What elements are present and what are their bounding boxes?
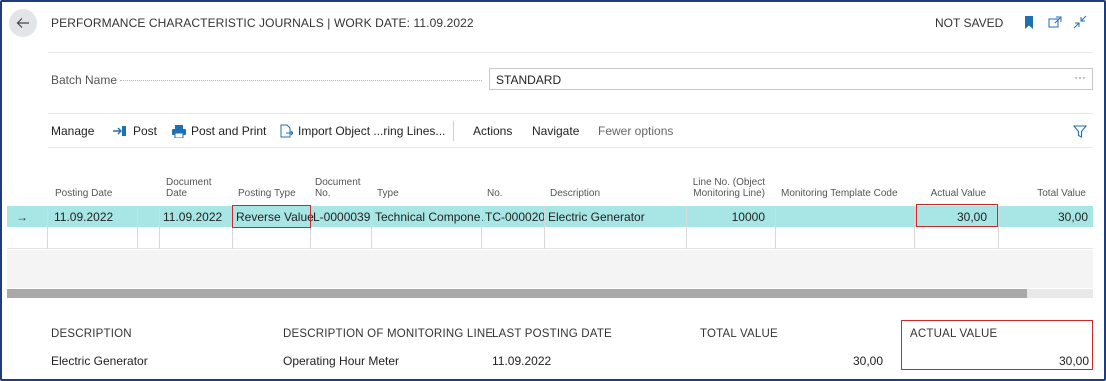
divider bbox=[48, 113, 1093, 114]
bookmark-icon[interactable] bbox=[1021, 14, 1037, 30]
post-button[interactable]: Post bbox=[113, 124, 157, 138]
cell-posting-date[interactable]: 11.09.2022 bbox=[54, 206, 113, 227]
column-header-type[interactable]: Type bbox=[377, 188, 399, 199]
batch-lookup-button[interactable]: ··· bbox=[1074, 70, 1086, 84]
column-header-posting-type[interactable]: Posting Type bbox=[238, 188, 296, 199]
toolbar-separator bbox=[453, 121, 454, 141]
factbox-description-label: DESCRIPTION bbox=[51, 328, 132, 340]
factbox-total-value-label: TOTAL VALUE bbox=[700, 328, 778, 340]
printer-icon bbox=[172, 124, 186, 138]
column-separator bbox=[544, 206, 545, 249]
factbox-last-posting-date-label: LAST POSTING DATE bbox=[492, 328, 612, 340]
cell-document-no[interactable]: L-0000039 bbox=[313, 206, 370, 227]
column-header-total-value[interactable]: Total Value bbox=[1010, 188, 1086, 199]
post-icon bbox=[113, 126, 126, 136]
factbox-last-posting-date-value: 11.09.2022 bbox=[492, 354, 552, 368]
grid-empty-area bbox=[7, 250, 1093, 288]
column-header-posting-date[interactable]: Posting Date bbox=[55, 188, 112, 199]
batch-name-value: STANDARD bbox=[496, 73, 562, 87]
page-title: PERFORMANCE CHARACTERISTIC JOURNALS | WO… bbox=[51, 16, 474, 30]
fewer-options-label: Fewer options bbox=[598, 124, 674, 138]
highlight-posting-type bbox=[232, 205, 311, 228]
cell-total-value[interactable]: 30,00 bbox=[1007, 206, 1088, 227]
actions-menu[interactable]: Actions bbox=[473, 124, 512, 138]
cell-description[interactable]: Electric Generator bbox=[548, 206, 645, 227]
column-separator bbox=[159, 206, 160, 249]
open-new-window-icon[interactable] bbox=[1047, 14, 1063, 30]
column-header-line-no[interactable]: Line No. (Object Monitoring Line) bbox=[684, 177, 765, 199]
divider bbox=[48, 52, 1093, 53]
column-header-monitoring-template-code[interactable]: Monitoring Template Code bbox=[781, 188, 898, 199]
cell-line-no[interactable]: 10000 bbox=[687, 206, 765, 227]
cell-type[interactable]: Technical Compone... bbox=[375, 206, 485, 227]
leader-dots bbox=[120, 80, 482, 81]
manage-label: Manage bbox=[51, 124, 95, 138]
collapse-icon[interactable] bbox=[1072, 14, 1088, 30]
save-status: NOT SAVED bbox=[935, 16, 1004, 30]
column-header-description[interactable]: Description bbox=[550, 188, 600, 199]
factbox-actual-value-value: 30,00 bbox=[1058, 354, 1089, 368]
column-separator bbox=[775, 206, 776, 249]
cell-document-date[interactable]: 11.09.2022 bbox=[163, 206, 222, 227]
filter-icon[interactable] bbox=[1072, 123, 1088, 139]
factbox-monitoring-line-value: Operating Hour Meter bbox=[283, 354, 400, 368]
row-indicator: → bbox=[16, 209, 28, 224]
factbox-total-value-value: 30,00 bbox=[852, 354, 883, 368]
column-header-document-date[interactable]: Document Date bbox=[166, 177, 226, 199]
column-header-no[interactable]: No. bbox=[487, 188, 503, 199]
batch-name-label: Batch Name bbox=[51, 73, 118, 87]
document-import-icon bbox=[280, 124, 293, 138]
column-separator bbox=[686, 206, 687, 249]
column-separator bbox=[47, 206, 48, 249]
back-button[interactable] bbox=[9, 9, 37, 37]
scrollbar-thumb[interactable] bbox=[7, 289, 1027, 298]
factbox-monitoring-line-label: DESCRIPTION OF MONITORING LINE bbox=[283, 328, 494, 340]
column-separator bbox=[481, 206, 482, 249]
column-separator bbox=[137, 206, 138, 249]
column-header-document-no[interactable]: Document No. bbox=[315, 177, 365, 199]
post-and-print-label: Post and Print bbox=[191, 124, 267, 138]
actions-label: Actions bbox=[473, 124, 513, 138]
factbox-description-value: Electric Generator bbox=[51, 354, 148, 368]
import-label: Import Object ...ring Lines... bbox=[298, 124, 446, 138]
navigate-menu[interactable]: Navigate bbox=[532, 124, 579, 138]
column-header-actual-value[interactable]: Actual Value bbox=[920, 188, 986, 199]
column-separator bbox=[914, 206, 915, 249]
fewer-options-button[interactable]: Fewer options bbox=[598, 124, 673, 138]
factbox-actual-value-label: ACTUAL VALUE bbox=[910, 328, 998, 340]
arrow-left-icon bbox=[16, 18, 29, 28]
table-row-empty[interactable] bbox=[7, 228, 1093, 249]
column-separator bbox=[998, 206, 999, 249]
column-separator bbox=[371, 206, 372, 249]
cell-no[interactable]: TC-000020 bbox=[485, 206, 545, 227]
manage-menu[interactable]: Manage bbox=[51, 124, 94, 138]
batch-name-field[interactable]: STANDARD ··· bbox=[489, 68, 1093, 90]
post-and-print-button[interactable]: Post and Print bbox=[172, 124, 266, 138]
highlight-actual-value bbox=[916, 204, 998, 227]
divider bbox=[48, 147, 1093, 148]
import-object-monitoring-lines-button[interactable]: Import Object ...ring Lines... bbox=[280, 124, 445, 138]
post-label: Post bbox=[133, 124, 158, 138]
navigate-label: Navigate bbox=[532, 124, 580, 138]
